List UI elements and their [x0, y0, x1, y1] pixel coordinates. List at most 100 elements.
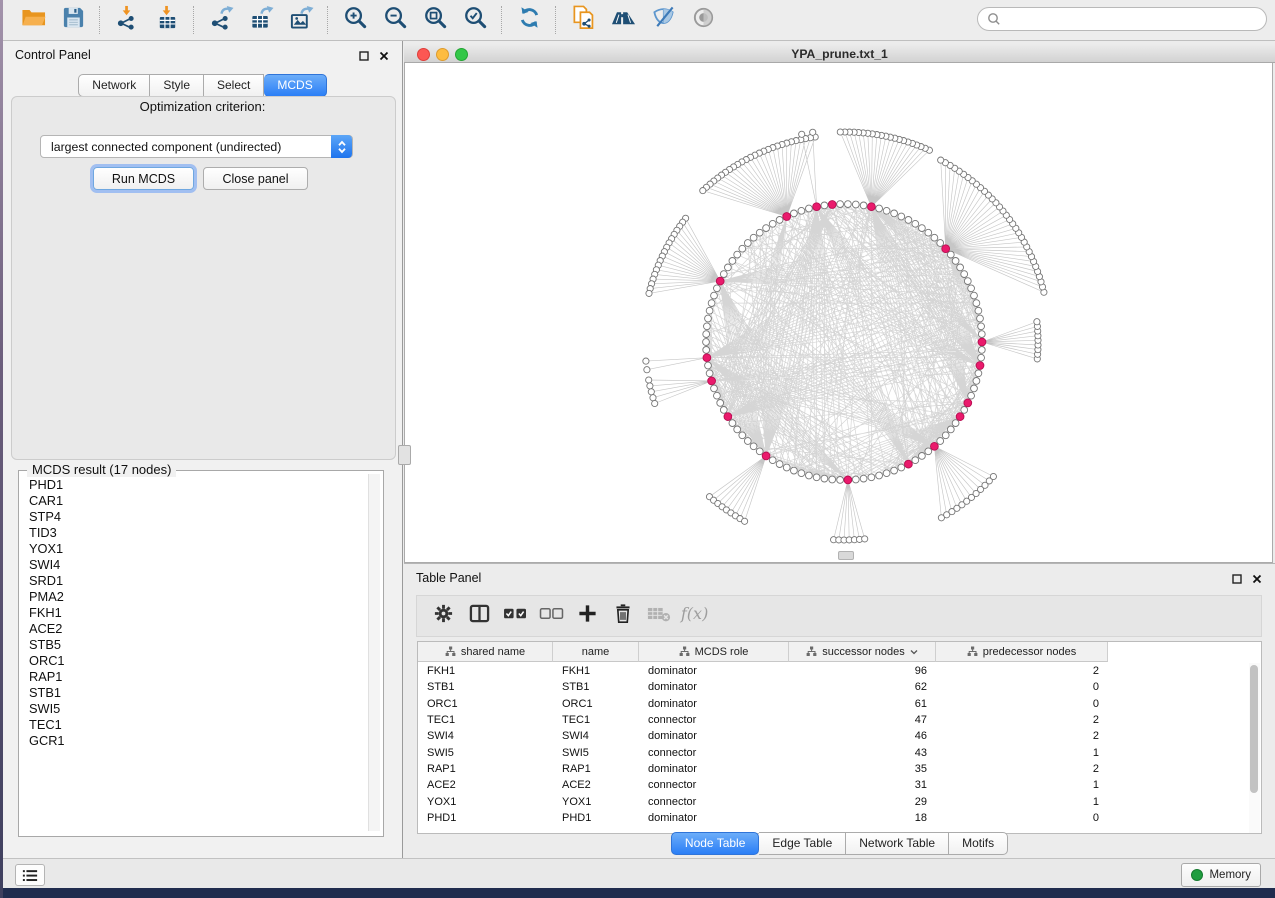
scrollbar-thumb[interactable] — [1250, 665, 1258, 793]
export-image-button[interactable] — [281, 3, 321, 37]
table-panel: Table Panel f(x) shared namenameMCDS rol… — [404, 563, 1275, 858]
search-input[interactable] — [1006, 11, 1266, 27]
table-toolbar: f(x) — [416, 595, 1262, 637]
mcds-node-item[interactable]: SWI5 — [29, 701, 383, 717]
tab-motifs[interactable]: Motifs — [949, 832, 1008, 855]
zoom-out-button[interactable] — [375, 3, 415, 37]
table-cell: dominator — [639, 665, 789, 677]
export-table-button[interactable] — [241, 3, 281, 37]
tab-select[interactable]: Select — [204, 74, 264, 97]
hide-panels-button[interactable] — [643, 3, 683, 37]
mcds-result-list[interactable]: PHD1CAR1STP4TID3YOX1SWI4SRD1PMA2FKH1ACE2… — [19, 471, 383, 749]
table-cell: dominator — [639, 698, 789, 710]
column-header-shared-name[interactable]: shared name — [418, 642, 553, 662]
delete-row-button[interactable] — [605, 600, 641, 632]
mcds-node-item[interactable]: SRD1 — [29, 573, 383, 589]
select-all-button[interactable] — [497, 600, 533, 632]
close-panel-icon[interactable] — [377, 49, 390, 62]
table-row[interactable]: SWI5SWI5connector431 — [418, 744, 1261, 760]
clone-network-button[interactable] — [563, 3, 603, 37]
criterion-dropdown[interactable]: largest connected component (undirected) — [40, 135, 353, 158]
dropdown-stepper-icon — [331, 135, 352, 158]
tab-network-table[interactable]: Network Table — [846, 832, 949, 855]
zoom-fit-button[interactable] — [415, 3, 455, 37]
splitter-grip[interactable] — [838, 551, 854, 560]
mcds-node-item[interactable]: CAR1 — [29, 493, 383, 509]
tab-edge-table[interactable]: Edge Table — [759, 832, 846, 855]
mcds-node-item[interactable]: ACE2 — [29, 621, 383, 637]
mcds-node-item[interactable]: TEC1 — [29, 717, 383, 733]
column-header-name[interactable]: name — [553, 642, 639, 662]
search-network-button[interactable] — [603, 3, 643, 37]
mcds-node-item[interactable]: TID3 — [29, 525, 383, 541]
memory-status-icon — [1191, 869, 1203, 881]
column-header-predecessor-nodes[interactable]: predecessor nodes — [936, 642, 1108, 662]
node-table[interactable]: shared namenameMCDS rolesuccessor nodesp… — [417, 641, 1262, 834]
optimization-criterion-label: Optimization criterion: — [3, 99, 402, 114]
table-row[interactable]: ORC1ORC1dominator610 — [418, 696, 1261, 712]
mcds-list-scrollbar[interactable] — [368, 474, 380, 831]
column-header-successor-nodes[interactable]: successor nodes — [789, 642, 936, 662]
deselect-all-button[interactable] — [533, 600, 569, 632]
memory-button[interactable]: Memory — [1181, 863, 1261, 887]
zoom-in-button[interactable] — [335, 3, 375, 37]
save-session-button[interactable] — [53, 3, 93, 37]
tab-node-table[interactable]: Node Table — [671, 832, 760, 855]
table-cell: ORC1 — [418, 698, 553, 710]
tab-style[interactable]: Style — [150, 74, 204, 97]
refresh-view-button[interactable] — [509, 3, 549, 37]
import-network-button[interactable] — [107, 3, 147, 37]
import-table-button[interactable] — [147, 3, 187, 37]
mcds-node-item[interactable]: STB1 — [29, 685, 383, 701]
mcds-node-item[interactable]: RAP1 — [29, 669, 383, 685]
tab-network[interactable]: Network — [78, 74, 150, 97]
add-row-icon — [577, 603, 598, 629]
table-row[interactable]: STB1STB1dominator620 — [418, 679, 1261, 695]
table-cell: connector — [639, 747, 789, 759]
mcds-node-item[interactable]: YOX1 — [29, 541, 383, 557]
open-file-button[interactable] — [13, 3, 53, 37]
split-view-button[interactable] — [461, 600, 497, 632]
table-cell: SWI4 — [418, 730, 553, 742]
table-row[interactable]: RAP1RAP1dominator352 — [418, 761, 1261, 777]
zoom-selected-button[interactable] — [455, 3, 495, 37]
open-file-icon — [21, 5, 46, 35]
panel-menu-button[interactable] — [15, 864, 45, 886]
run-mcds-button[interactable]: Run MCDS — [93, 167, 194, 190]
table-row[interactable]: FKH1FKH1dominator962 — [418, 663, 1261, 679]
float-panel-icon[interactable] — [1230, 572, 1243, 585]
status-bar: Memory — [3, 858, 1275, 888]
mcds-node-item[interactable]: PMA2 — [29, 589, 383, 605]
mcds-node-item[interactable]: SWI4 — [29, 557, 383, 573]
mcds-node-item[interactable]: PHD1 — [29, 477, 383, 493]
table-settings-button[interactable] — [425, 600, 461, 632]
search-network-icon — [611, 5, 636, 35]
table-cell: FKH1 — [553, 665, 639, 677]
panel-splitter-grip[interactable] — [398, 445, 411, 465]
add-row-button[interactable] — [569, 600, 605, 632]
close-panel-icon[interactable] — [1250, 572, 1263, 585]
column-header-MCDS-role[interactable]: MCDS role — [639, 642, 789, 662]
table-cell: 0 — [936, 698, 1108, 710]
mcds-node-item[interactable]: GCR1 — [29, 733, 383, 749]
mcds-node-item[interactable]: FKH1 — [29, 605, 383, 621]
table-row[interactable]: ACE2ACE2connector311 — [418, 777, 1261, 793]
mcds-node-item[interactable]: STP4 — [29, 509, 383, 525]
mcds-node-item[interactable]: STB5 — [29, 637, 383, 653]
table-row[interactable]: YOX1YOX1connector291 — [418, 793, 1261, 809]
export-network-button[interactable] — [201, 3, 241, 37]
hide-panels-icon — [651, 5, 676, 35]
table-row[interactable]: PHD1PHD1dominator180 — [418, 810, 1261, 826]
mcds-node-item[interactable]: ORC1 — [29, 653, 383, 669]
network-window-titlebar[interactable]: YPA_prune.txt_1 — [404, 44, 1275, 63]
show-panels-button[interactable] — [683, 3, 723, 37]
table-scrollbar[interactable] — [1249, 663, 1260, 833]
table-row[interactable]: SWI4SWI4dominator462 — [418, 728, 1261, 744]
network-canvas[interactable] — [404, 63, 1273, 563]
close-panel-button[interactable]: Close panel — [203, 167, 308, 190]
float-panel-icon[interactable] — [357, 49, 370, 62]
search-box[interactable] — [977, 7, 1267, 31]
tab-mcds[interactable]: MCDS — [264, 74, 326, 97]
table-row[interactable]: TEC1TEC1connector472 — [418, 712, 1261, 728]
table-cell: 96 — [789, 665, 936, 677]
